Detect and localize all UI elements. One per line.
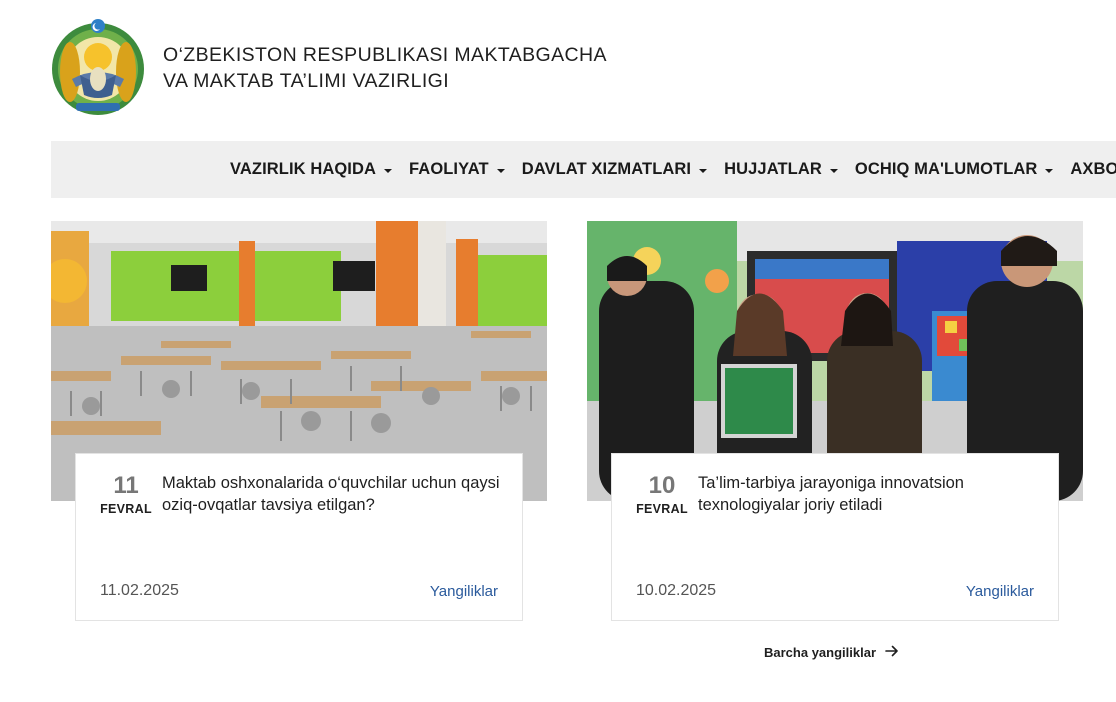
- news-title-link[interactable]: Ta’lim-tarbiya jarayoniga innovatsion te…: [698, 472, 1048, 516]
- nav-item-faoliyat[interactable]: FAOLIYAT: [409, 160, 505, 179]
- news-day: 10: [648, 472, 676, 499]
- all-news-link[interactable]: Barcha yangiliklar: [764, 645, 899, 660]
- news-category-link[interactable]: Yangiliklar: [430, 583, 498, 600]
- caret-down-icon: [384, 168, 393, 173]
- main-navbar: VAZIRLIK HAQIDA FAOLIYAT DAVLAT XIZMATLA…: [51, 141, 1116, 198]
- news-card[interactable]: 10 FEVRAL Ta’lim-tarbiya jarayoniga inno…: [611, 453, 1059, 621]
- news-month: FEVRAL: [636, 502, 688, 516]
- caret-down-icon: [699, 168, 708, 173]
- nav-item-vazirlik-haqida[interactable]: VAZIRLIK HAQIDA: [230, 160, 393, 179]
- site-title-line-1: O‘ZBEKISTON RESPUBLIKASI MAKTABGACHA: [163, 44, 607, 66]
- all-news-label: Barcha yangiliklar: [764, 645, 876, 660]
- nav-item-ochiq-malumotlar[interactable]: OCHIQ MA'LUMOTLAR: [855, 160, 1054, 179]
- nav-item-label: HUJJATLAR: [724, 160, 822, 178]
- site-title[interactable]: O‘ZBEKISTON RESPUBLIKASI MAKTABGACHA VA …: [163, 42, 607, 94]
- news-day: 11: [113, 472, 139, 499]
- nav-item-davlat-xizmatlari[interactable]: DAVLAT XIZMATLARI: [521, 160, 708, 179]
- nav-item-label: OCHIQ MA'LUMOTLAR: [854, 160, 1038, 178]
- news-publish-date: 10.02.2025: [636, 582, 717, 599]
- nav-item-label: FAOLIYAT: [409, 160, 489, 178]
- nav-item-axborot[interactable]: AXBO: [1070, 160, 1116, 179]
- state-emblem-icon[interactable]: [50, 17, 146, 117]
- arrow-right-icon: [885, 645, 899, 660]
- news-month: FEVRAL: [100, 502, 152, 516]
- news-date-badge: 10 FEVRAL: [634, 472, 690, 516]
- news-publish-date: 11.02.2025: [100, 582, 179, 599]
- news-category-link[interactable]: Yangiliklar: [966, 583, 1034, 600]
- nav-list: VAZIRLIK HAQIDA FAOLIYAT DAVLAT XIZMATLA…: [230, 141, 1116, 198]
- news-title-link[interactable]: Maktab oshxonalarida o‘quvchilar uchun q…: [162, 472, 512, 516]
- news-date-badge: 11 FEVRAL: [98, 472, 154, 516]
- caret-down-icon: [496, 168, 505, 173]
- caret-down-icon: [1045, 168, 1054, 173]
- nav-item-label: AXBO: [1070, 160, 1116, 178]
- nav-item-label: VAZIRLIK HAQIDA: [230, 160, 377, 178]
- caret-down-icon: [829, 168, 838, 173]
- nav-item-hujjatlar[interactable]: HUJJATLAR: [724, 160, 838, 179]
- news-card[interactable]: 11 FEVRAL Maktab oshxonalarida o‘quvchil…: [75, 453, 523, 621]
- site-title-line-2: VA MAKTAB TA’LIMI VAZIRLIGI: [163, 70, 450, 92]
- site-header: O‘ZBEKISTON RESPUBLIKASI MAKTABGACHA VA …: [0, 0, 1116, 140]
- nav-item-label: DAVLAT XIZMATLARI: [521, 160, 692, 178]
